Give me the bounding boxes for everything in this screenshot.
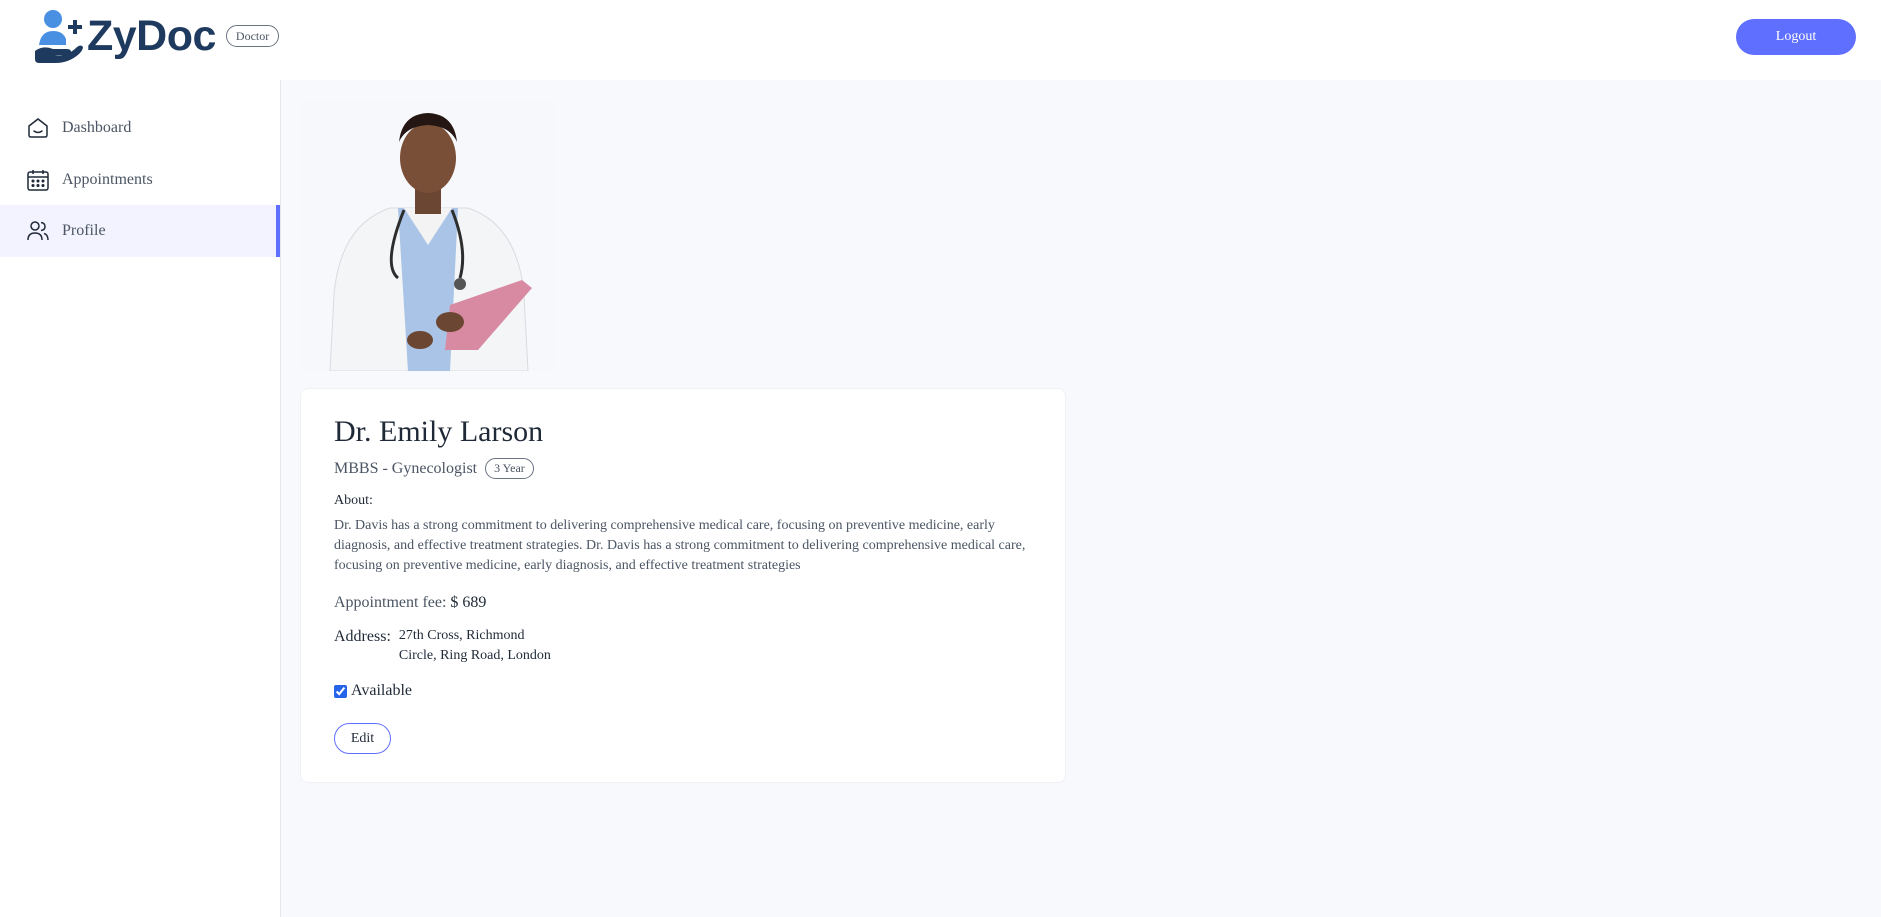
edit-button[interactable]: Edit [334, 723, 391, 754]
calendar-icon [27, 170, 49, 191]
sidebar-item-label: Profile [62, 222, 106, 239]
about-text: Dr. Davis has a strong commitment to del… [334, 518, 1026, 573]
logout-button[interactable]: Logout [1736, 19, 1856, 55]
logo-icon [35, 10, 83, 63]
role-badge: Doctor [225, 25, 280, 47]
availability-row: Available [334, 682, 412, 700]
address-row: Address: 27th Cross, Richmond Circle, Ri… [334, 626, 551, 666]
available-label: Available [351, 682, 413, 699]
experience-badge: 3 Year [485, 458, 534, 479]
main-content: Dr. Emily Larson MBBS - Gynecologist 3 Y… [281, 80, 1881, 917]
address-label: Address: [334, 628, 391, 645]
sidebar-item-appointments[interactable]: Appointments [0, 154, 280, 206]
sidebar-item-profile[interactable]: Profile [0, 205, 280, 257]
fee-value: $ 689 [450, 594, 487, 611]
top-header: ZyDoc Doctor Logout [0, 0, 1881, 80]
doctor-photo [300, 100, 557, 371]
fee-label: Appointment fee: [334, 594, 447, 611]
address-value: 27th Cross, Richmond Circle, Ring Road, … [399, 626, 551, 666]
qualification-text: MBBS - Gynecologist [334, 459, 478, 477]
sidebar-item-label: Appointments [62, 171, 153, 188]
address-line-1: 27th Cross, Richmond [398, 628, 525, 643]
available-checkbox[interactable] [334, 684, 347, 698]
sidebar-item-label: Dashboard [62, 119, 132, 136]
people-icon [27, 221, 49, 241]
doctor-name: Dr. Emily Larson [334, 415, 544, 448]
home-icon [28, 118, 48, 138]
profile-info-card: Dr. Emily Larson MBBS - Gynecologist 3 Y… [300, 388, 1066, 783]
qualification-row: MBBS - Gynecologist 3 Year [334, 458, 534, 479]
sidebar: Dashboard Appointments Profile [0, 80, 281, 917]
address-line-2: Circle, Ring Road, London [398, 648, 551, 663]
about-label: About: [334, 493, 373, 508]
appointment-fee: Appointment fee: $ 689 [334, 594, 486, 612]
brand-logo[interactable]: ZyDoc Doctor [33, 9, 280, 63]
brand-name: ZyDoc [87, 12, 216, 60]
doctor-portrait-image [300, 100, 557, 371]
sidebar-item-dashboard[interactable]: Dashboard [0, 102, 280, 154]
